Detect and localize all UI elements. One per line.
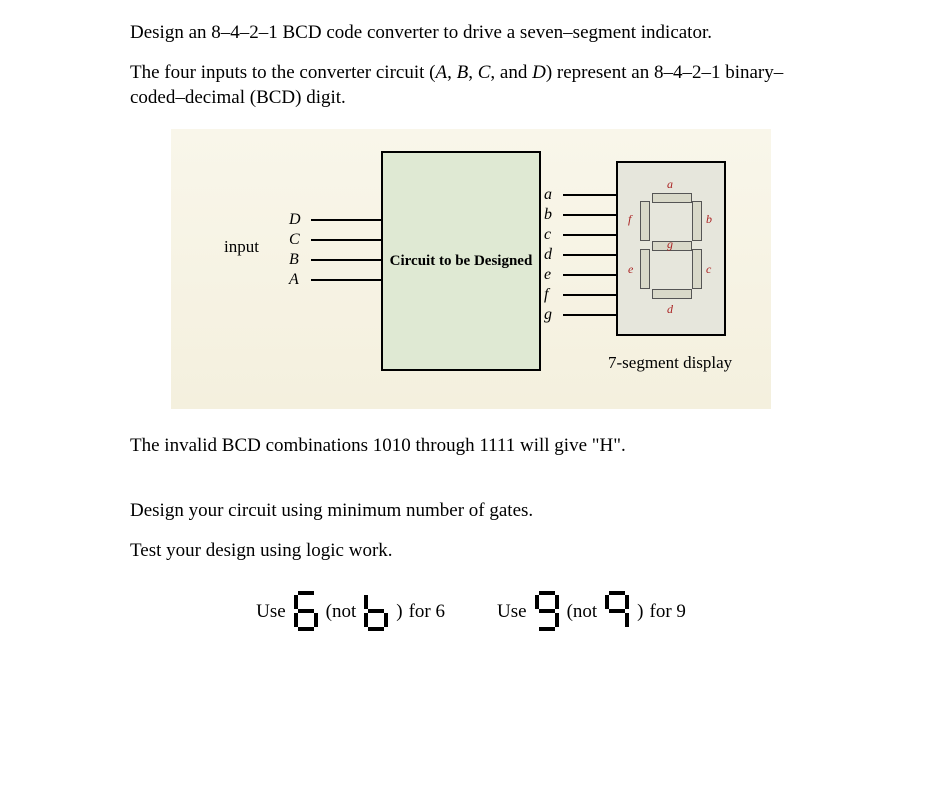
six-with-top-icon — [292, 589, 320, 633]
use-9-group: Use (not — [497, 589, 686, 633]
seg-label-d: d — [667, 301, 673, 317]
out-label-a: a — [544, 184, 552, 206]
intro-line: The four inputs to the converter circuit… — [130, 60, 812, 111]
block-diagram: input D C B A Circuit to be Designed a b… — [171, 129, 771, 409]
for-9: for 9 — [650, 599, 686, 625]
input-var-a: A — [435, 62, 447, 83]
six-no-top-icon — [362, 589, 390, 633]
converter-label: Circuit to be Designed — [390, 251, 533, 271]
nine-no-bottom-icon — [603, 589, 631, 633]
for-6: for 6 — [409, 599, 445, 625]
test-text: Test your design using logic work. — [130, 538, 812, 564]
not-close-2: ) — [637, 599, 643, 625]
nine-with-bottom-icon — [533, 589, 561, 633]
use-6-group: Use (not — [256, 589, 445, 633]
wire-out-f — [563, 294, 616, 296]
wire-in-d — [311, 219, 381, 221]
wire-out-e — [563, 274, 616, 276]
segment-b — [692, 201, 702, 241]
wire-in-b — [311, 259, 381, 261]
input-word-label: input — [224, 236, 259, 259]
out-label-b: b — [544, 204, 552, 226]
input-var-c: C — [478, 62, 491, 83]
min-gates-text: Design your circuit using minimum number… — [130, 498, 812, 524]
segment-d — [652, 289, 692, 299]
page-content: Design an 8–4–2–1 BCD code converter to … — [0, 0, 932, 653]
intro-text-a: The four inputs to the converter circuit… — [130, 62, 435, 83]
seg-label-c: c — [706, 261, 711, 277]
input-label-a: A — [289, 269, 299, 291]
wire-in-c — [311, 239, 381, 241]
segment-f — [640, 201, 650, 241]
use-word-1: Use — [256, 599, 286, 625]
seg-label-e: e — [628, 261, 633, 277]
not-open-2: (not — [567, 599, 598, 625]
sep2: , — [468, 62, 478, 83]
out-label-f: f — [544, 284, 548, 306]
input-var-d: D — [532, 62, 546, 83]
segment-c — [692, 249, 702, 289]
display-caption: 7-segment display — [608, 352, 732, 375]
converter-block: Circuit to be Designed — [381, 151, 541, 371]
wire-out-g — [563, 314, 616, 316]
sep1: , — [447, 62, 457, 83]
wire-out-d — [563, 254, 616, 256]
sep3: , and — [490, 62, 532, 83]
input-var-b: B — [457, 62, 469, 83]
seven-segment-icon: a f b g e c d — [640, 193, 702, 297]
seven-segment-display: a f b g e c d — [616, 161, 726, 336]
seg-label-f: f — [628, 211, 631, 227]
input-label-b: B — [289, 249, 299, 271]
title-line: Design an 8–4–2–1 BCD code converter to … — [130, 20, 812, 46]
use-word-2: Use — [497, 599, 527, 625]
out-label-d: d — [544, 244, 552, 266]
wire-out-c — [563, 234, 616, 236]
out-label-g: g — [544, 304, 552, 326]
wire-in-a — [311, 279, 381, 281]
wire-out-a — [563, 194, 616, 196]
wire-out-b — [563, 214, 616, 216]
input-label-c: C — [289, 229, 300, 251]
not-open-1: (not — [326, 599, 357, 625]
seg-label-a: a — [667, 176, 673, 192]
invalid-text: The invalid BCD combinations 1010 throug… — [130, 433, 812, 459]
segment-e — [640, 249, 650, 289]
use-row: Use (not — [130, 589, 812, 633]
seg-label-g: g — [667, 236, 673, 252]
input-label-d: D — [289, 209, 301, 231]
seg-label-b: b — [706, 211, 712, 227]
segment-a — [652, 193, 692, 203]
not-close-1: ) — [396, 599, 402, 625]
out-label-e: e — [544, 264, 551, 286]
out-label-c: c — [544, 224, 551, 246]
